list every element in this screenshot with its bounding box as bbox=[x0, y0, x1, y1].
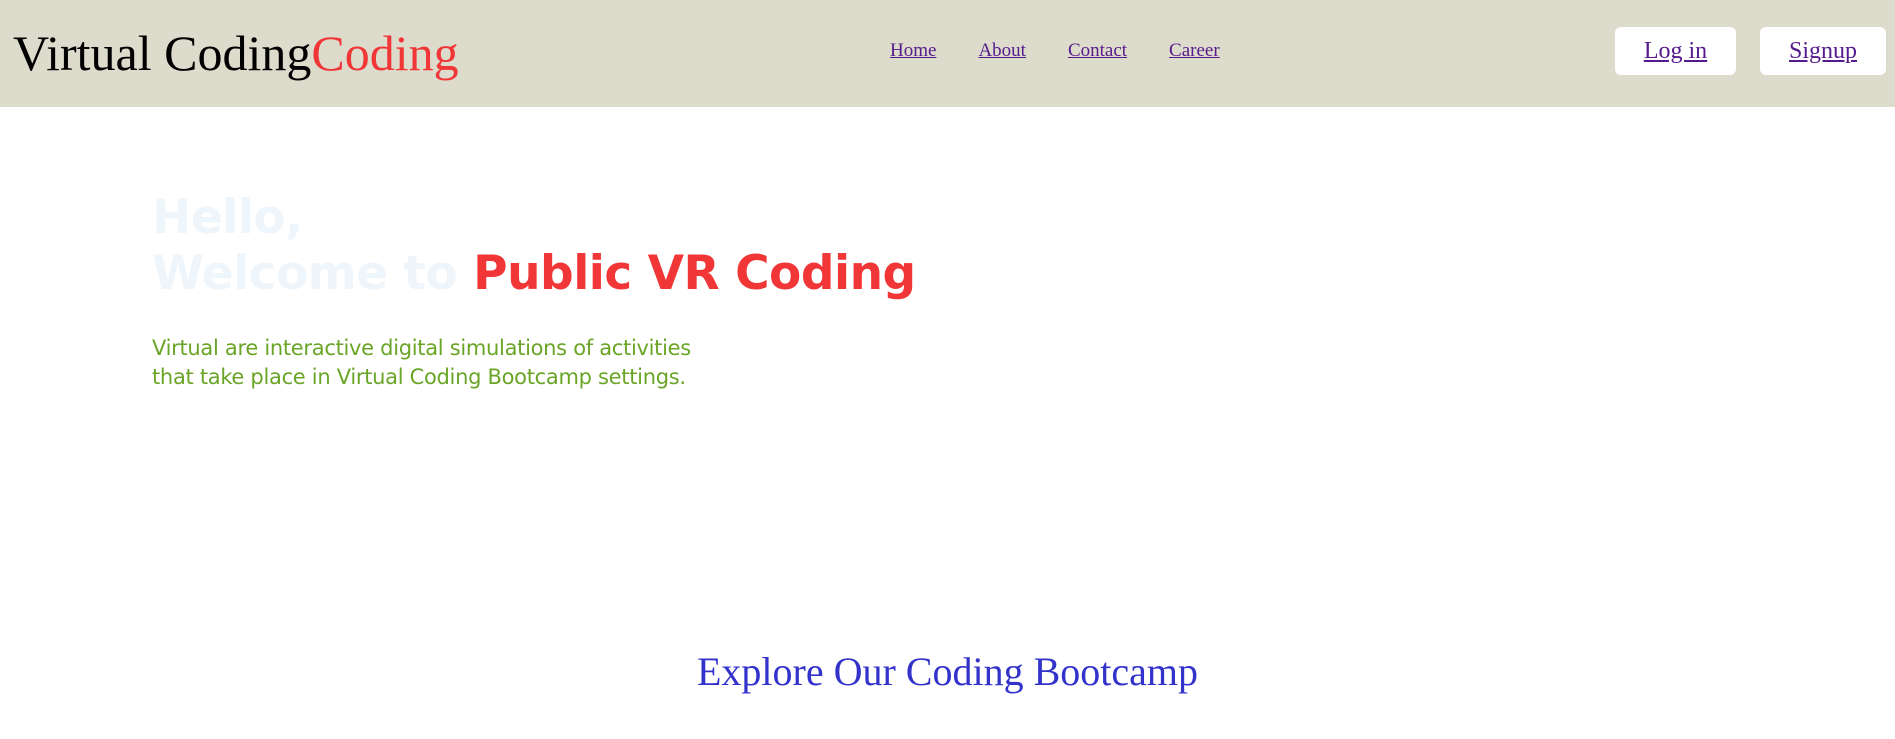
hero-title: Hello, Welcome to Public VR Coding bbox=[152, 190, 916, 302]
nav-link-about[interactable]: About bbox=[978, 38, 1026, 64]
hero-description: Virtual are interactive digital simulati… bbox=[152, 334, 712, 392]
hero-welcome-text: Welcome to bbox=[152, 246, 474, 301]
hero-highlight: Public VR Coding bbox=[473, 246, 916, 301]
hero-description-line-1: Virtual are interactive digital simulati… bbox=[152, 336, 691, 360]
hero-welcome-line: Welcome to Public VR Coding bbox=[152, 246, 916, 302]
hero-section: Hello, Welcome to Public VR Coding Virtu… bbox=[152, 190, 916, 392]
nav-link-contact[interactable]: Contact bbox=[1068, 38, 1127, 64]
signup-button[interactable]: Signup bbox=[1760, 27, 1886, 75]
section-title: Explore Our Coding Bootcamp bbox=[696, 649, 1199, 694]
navbar: Virtual CodingCoding Home About Contact … bbox=[0, 0, 1895, 107]
nav-links: Home About Contact Career bbox=[890, 38, 1220, 64]
hero-description-line-2: that take place in Virtual Coding Bootca… bbox=[152, 365, 686, 389]
nav-link-career[interactable]: Career bbox=[1169, 38, 1220, 64]
login-button[interactable]: Log in bbox=[1615, 27, 1736, 75]
hero-greeting: Hello, bbox=[152, 190, 303, 245]
brand-text: Virtual Coding bbox=[13, 25, 312, 81]
nav-link-home[interactable]: Home bbox=[890, 38, 936, 64]
brand-accent-text: Coding bbox=[311, 25, 459, 81]
brand-logo[interactable]: Virtual CodingCoding bbox=[13, 24, 459, 82]
